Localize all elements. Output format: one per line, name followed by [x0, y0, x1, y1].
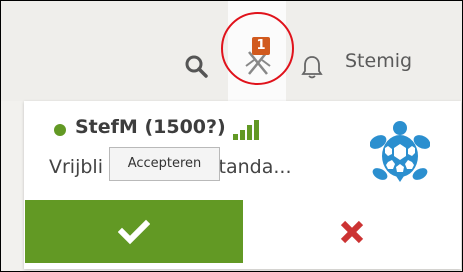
username-menu[interactable]: Stemig [345, 50, 412, 72]
x-icon [340, 220, 364, 243]
turtle-icon [370, 121, 430, 182]
signal-strength-icon [233, 120, 259, 140]
decline-button[interactable] [243, 200, 461, 263]
details-head: Vrijbli [49, 156, 103, 178]
challenger-name[interactable]: StefM (1500?) [75, 116, 226, 138]
accept-tooltip: Accepteren [109, 147, 220, 181]
search-icon[interactable] [184, 54, 208, 78]
online-status-dot [54, 124, 66, 136]
accept-button[interactable] [25, 200, 243, 263]
checkmark-icon [118, 219, 150, 244]
bell-icon[interactable] [301, 54, 323, 80]
highlight-circle [221, 12, 294, 85]
